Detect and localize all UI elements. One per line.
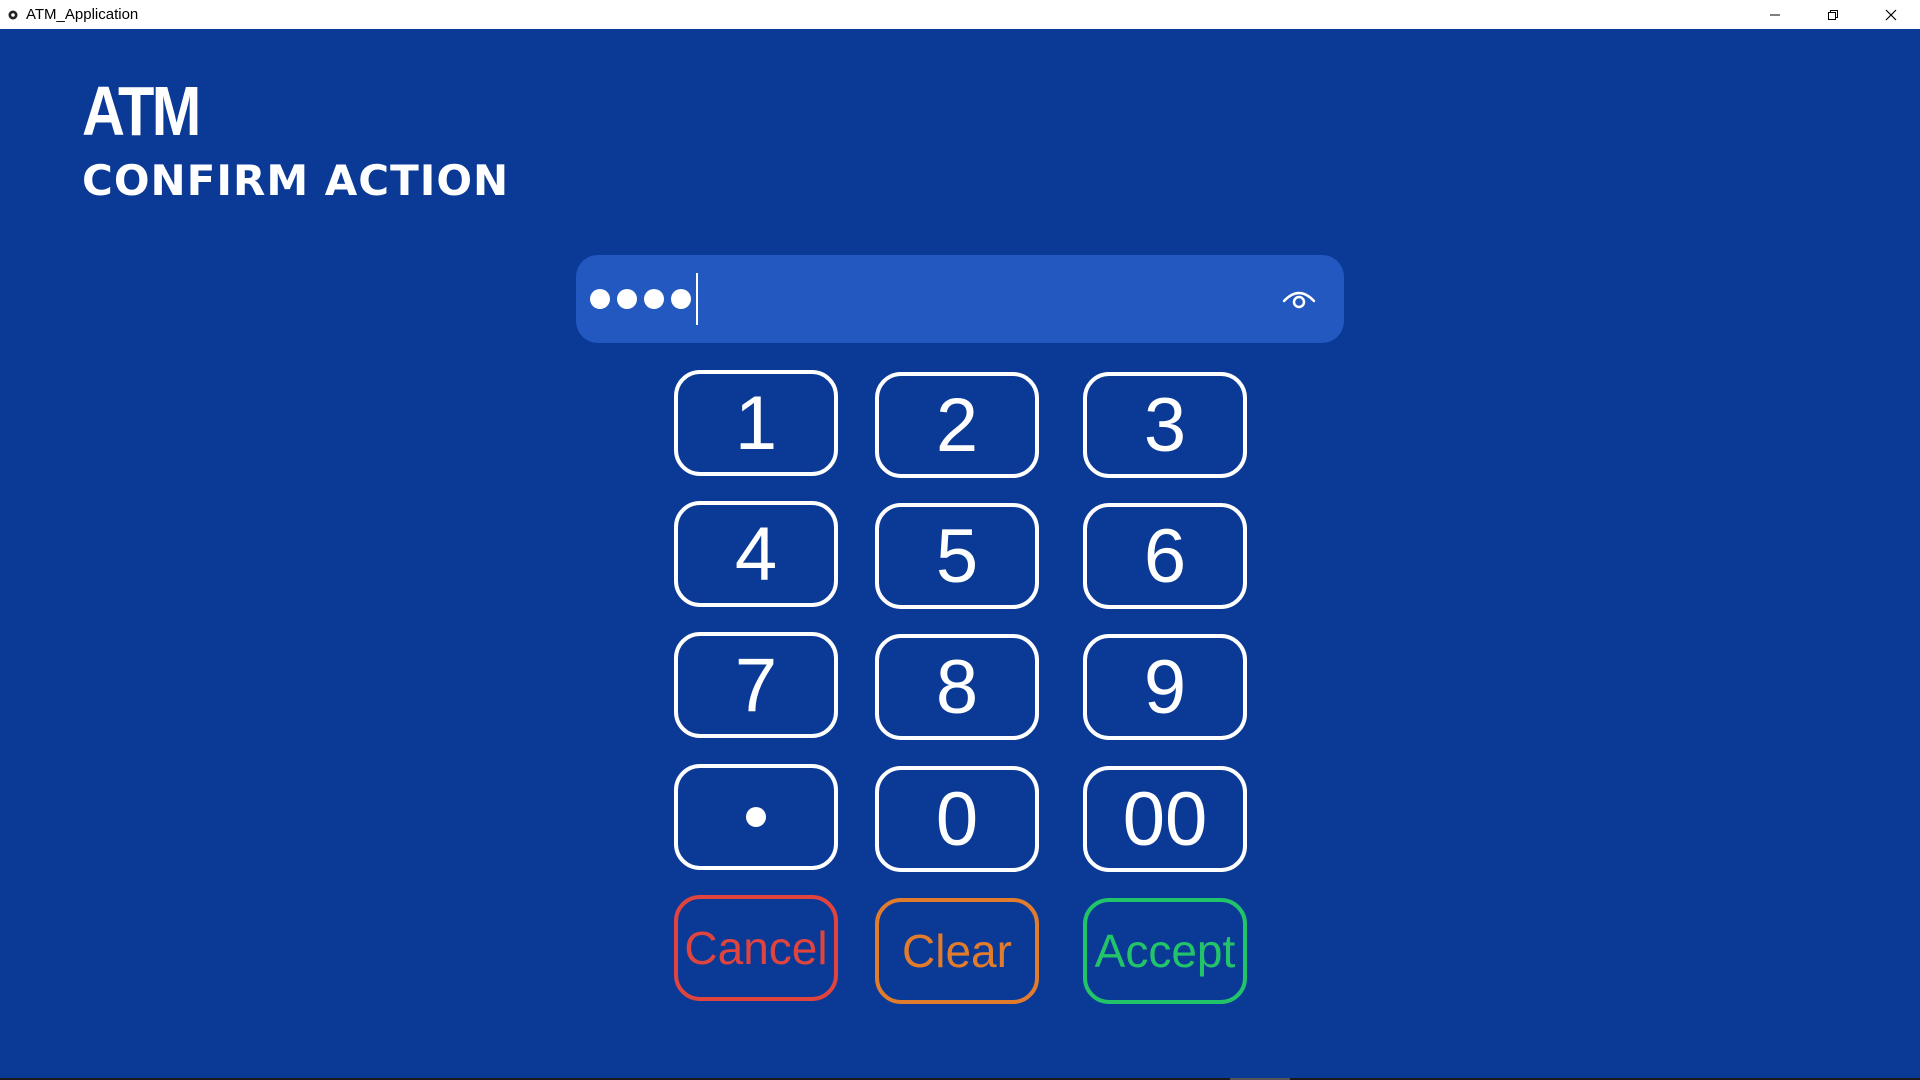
clear-button[interactable]: Clear — [875, 898, 1039, 1004]
page-subtitle: CONFIRM ACTION — [82, 156, 510, 205]
text-caret — [696, 273, 698, 325]
key-5[interactable]: 5 — [875, 503, 1039, 609]
key-6[interactable]: 6 — [1083, 503, 1247, 609]
pin-dot — [671, 289, 691, 309]
decimal-point-icon — [746, 807, 766, 827]
key-00[interactable]: 00 — [1083, 766, 1247, 872]
close-icon — [1885, 9, 1897, 20]
pin-dot — [617, 289, 637, 309]
app-gear-icon — [6, 8, 20, 22]
atm-screen: ATM CONFIRM ACTION 1 2 3 4 5 6 7 8 9 0 0… — [0, 29, 1920, 1078]
key-decimal[interactable] — [674, 764, 838, 870]
minimize-icon — [1770, 14, 1780, 15]
pin-dot — [590, 289, 610, 309]
accept-button[interactable]: Accept — [1083, 898, 1247, 1004]
close-button[interactable] — [1862, 0, 1920, 29]
pin-dot — [644, 289, 664, 309]
cancel-button[interactable]: Cancel — [674, 895, 838, 1001]
key-9[interactable]: 9 — [1083, 634, 1247, 740]
key-1[interactable]: 1 — [674, 370, 838, 476]
key-4[interactable]: 4 — [674, 501, 838, 607]
minimize-button[interactable] — [1746, 0, 1804, 29]
window-titlebar: ATM_Application — [0, 0, 1920, 29]
key-0[interactable]: 0 — [875, 766, 1039, 872]
key-3[interactable]: 3 — [1083, 372, 1247, 478]
restore-button[interactable] — [1804, 0, 1862, 29]
key-7[interactable]: 7 — [674, 632, 838, 738]
window-title: ATM_Application — [26, 6, 139, 23]
key-2[interactable]: 2 — [875, 372, 1039, 478]
key-8[interactable]: 8 — [875, 634, 1039, 740]
pin-input[interactable] — [576, 255, 1344, 343]
restore-icon — [1828, 9, 1838, 20]
pin-masked-value — [590, 255, 698, 343]
page-title: ATM — [82, 72, 201, 150]
eye-icon[interactable] — [1279, 282, 1319, 316]
